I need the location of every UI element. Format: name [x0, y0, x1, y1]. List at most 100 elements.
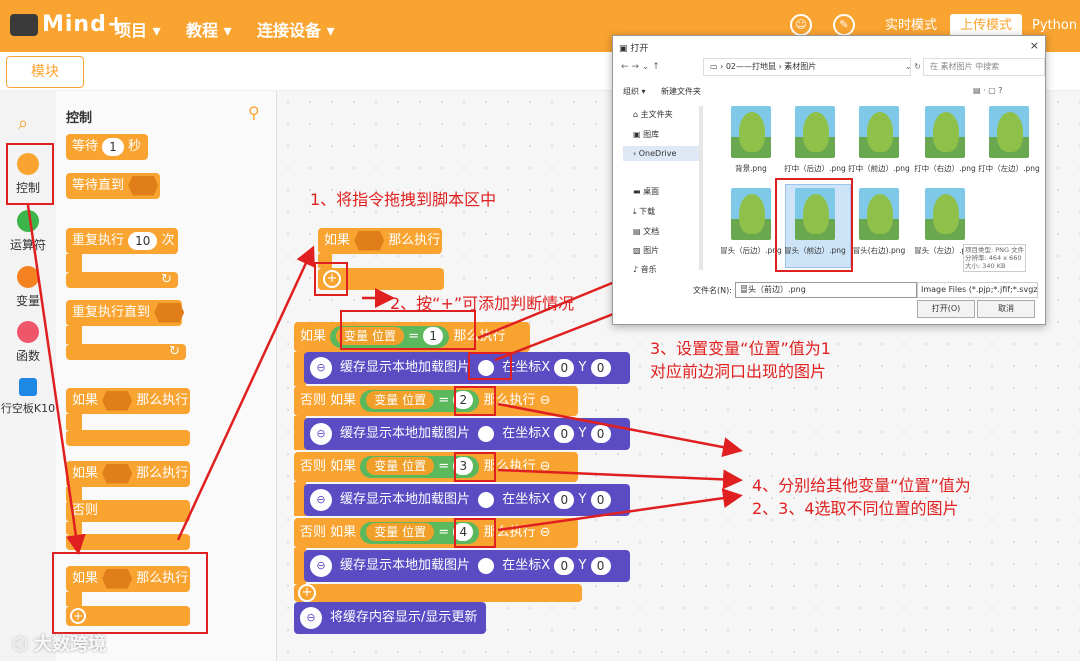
- block-text: Y: [578, 492, 587, 507]
- block-c-foot: ↻: [66, 272, 178, 288]
- category-k10[interactable]: 行空板K10: [0, 378, 56, 416]
- flush-display-block[interactable]: ⊖ 将缓存内容显示/显示更新: [294, 602, 486, 634]
- file-name[interactable]: 打中（右边）.png: [913, 164, 977, 173]
- block-if-else[interactable]: 如果 那么执行: [66, 461, 190, 487]
- condition-slot: [154, 302, 185, 323]
- nav-music[interactable]: ♪ 音乐: [633, 264, 657, 275]
- load-image-block-1[interactable]: ⊖ 缓存显示本地加载图片 在坐标X 0 Y 0: [304, 352, 630, 384]
- x-value[interactable]: 0: [554, 424, 575, 443]
- nav-onedrive[interactable]: › OneDrive: [623, 146, 701, 161]
- file-name[interactable]: 背景.png: [719, 164, 783, 173]
- file-name[interactable]: 打中（后边）.png: [783, 164, 847, 173]
- thumb-bg[interactable]: [731, 106, 771, 158]
- nav-gallery[interactable]: ▣ 图库: [633, 129, 659, 140]
- elseif-row-3[interactable]: 否则 如果 变量 位置 = 3 那么执行 ⊖: [294, 452, 578, 482]
- search-field[interactable]: 在 素材图片 中搜索: [923, 58, 1045, 76]
- block-if-then[interactable]: 如果 那么执行: [66, 388, 190, 414]
- category-functions[interactable]: 函数: [0, 321, 56, 364]
- load-image-block-3[interactable]: ⊖ 缓存显示本地加载图片 在坐标X 0 Y 0: [304, 484, 630, 516]
- wait-value[interactable]: 1: [102, 137, 124, 156]
- load-image-block-2[interactable]: ⊖ 缓存显示本地加载图片 在坐标X 0 Y 0: [304, 418, 630, 450]
- functions-dot-icon: [17, 321, 39, 343]
- x-value[interactable]: 0: [554, 358, 575, 377]
- menu-tutorial[interactable]: 教程 ▾: [186, 17, 232, 41]
- menu-project[interactable]: 项目 ▾: [115, 17, 161, 41]
- category-label: 行空板K10: [0, 402, 56, 415]
- chip-icon: [19, 378, 37, 396]
- thumb-pop-right[interactable]: [859, 188, 899, 240]
- edit-icon[interactable]: ✎: [833, 14, 855, 36]
- block-repeat-times[interactable]: 重复执行 10 次: [66, 228, 178, 254]
- cancel-button[interactable]: 取消: [977, 300, 1035, 318]
- file-name[interactable]: 冒头(右边).png: [847, 246, 911, 255]
- load-image-block-4[interactable]: ⊖ 缓存显示本地加载图片 在坐标X 0 Y 0: [304, 550, 630, 582]
- category-operators[interactable]: 运算符: [0, 210, 56, 253]
- close-icon[interactable]: ×: [1030, 39, 1039, 52]
- nav-home[interactable]: ⌂ 主文件夹: [633, 109, 673, 120]
- block-text: 秒: [127, 139, 141, 154]
- annotation-step3-line2: 对应前边洞口出现的图片: [650, 362, 827, 381]
- repeat-value[interactable]: 10: [128, 231, 158, 250]
- block-text: 那么执行: [388, 233, 441, 248]
- nav-arrows-icon[interactable]: ← → ⌄ ↑: [621, 62, 660, 72]
- dialog-title: ▣ 打开: [619, 44, 649, 54]
- nav-downloads[interactable]: ⤓ 下载: [633, 206, 655, 217]
- thumb-hit-front[interactable]: [859, 106, 899, 158]
- add-case-icon[interactable]: +: [298, 584, 316, 602]
- filename-input[interactable]: 冒头（前边）.png: [735, 282, 917, 298]
- y-value[interactable]: 0: [590, 358, 611, 377]
- highlight-value-4: [454, 518, 496, 548]
- view-icons[interactable]: ▤ · ▢ ?: [973, 86, 1003, 95]
- search-icon[interactable]: ⌕: [18, 113, 28, 134]
- y-value[interactable]: 0: [590, 490, 611, 509]
- new-folder-button[interactable]: 新建文件夹: [661, 86, 701, 97]
- file-name[interactable]: 打中（左边）.png: [977, 164, 1041, 173]
- app-logo[interactable]: Mind+: [10, 12, 126, 37]
- nav-scrollbar[interactable]: [699, 106, 703, 270]
- refresh-icon[interactable]: ⌄ ↻: [905, 62, 921, 71]
- x-value[interactable]: 0: [554, 556, 575, 575]
- face-icon[interactable]: ☺: [790, 14, 812, 36]
- tab-modules[interactable]: 模块: [6, 56, 84, 88]
- y-value[interactable]: 0: [590, 556, 611, 575]
- gear-icon[interactable]: [478, 425, 495, 442]
- thumb-pop-back[interactable]: [731, 188, 771, 240]
- block-wait-until[interactable]: 等待直到: [66, 173, 160, 199]
- thumb-pop-left[interactable]: [925, 188, 965, 240]
- file-name[interactable]: 冒头（后边）.png: [719, 246, 783, 255]
- pin-icon[interactable]: ⚲: [248, 103, 260, 122]
- block-text: 等待: [72, 139, 99, 154]
- block-repeat-until[interactable]: 重复执行直到: [66, 300, 185, 326]
- k10-icon: ⊖: [300, 607, 322, 629]
- address-bar[interactable]: ▭ › 02——打地鼠 › 素材图片: [703, 58, 911, 76]
- highlight-if-block: [52, 552, 208, 634]
- file-name[interactable]: 打中（前边）.png: [847, 164, 911, 173]
- nav-pictures[interactable]: ▨ 图片: [633, 245, 659, 256]
- variable-position[interactable]: 变量 位置: [366, 522, 435, 541]
- organize-button[interactable]: 组织 ▾: [623, 86, 646, 97]
- nav-desktop[interactable]: ▬ 桌面: [633, 186, 659, 197]
- gear-icon[interactable]: [478, 491, 495, 508]
- thumb-hit-left[interactable]: [989, 106, 1029, 158]
- file-type-select[interactable]: Image Files (*.pjp;*.jfif;*.svgz;* ▾: [917, 282, 1038, 298]
- variable-position[interactable]: 变量 位置: [366, 390, 435, 409]
- open-button[interactable]: 打开(O): [917, 300, 975, 318]
- block-else-row: 否则: [66, 500, 190, 522]
- block-wait-seconds[interactable]: 等待 1 秒: [66, 134, 148, 160]
- elseif-row-2[interactable]: 否则 如果 变量 位置 = 2 那么执行 ⊖: [294, 386, 578, 416]
- annotation-step4-line1: 4、分别给其他变量“位置”值为: [752, 476, 971, 495]
- block-c-arm: [66, 326, 82, 344]
- elseif-row-4[interactable]: 否则 如果 变量 位置 = 4 那么执行 ⊖: [294, 518, 578, 548]
- script-if-then[interactable]: 如果 那么执行: [318, 228, 442, 254]
- nav-documents[interactable]: ▤ 文档: [633, 226, 659, 237]
- block-c-foot: [294, 584, 582, 602]
- block-text: 如果: [72, 393, 99, 408]
- x-value[interactable]: 0: [554, 490, 575, 509]
- y-value[interactable]: 0: [590, 424, 611, 443]
- thumb-hit-back[interactable]: [795, 106, 835, 158]
- category-variables[interactable]: 变量: [0, 266, 56, 309]
- menu-connect-device[interactable]: 连接设备 ▾: [257, 17, 335, 41]
- thumb-hit-right[interactable]: [925, 106, 965, 158]
- variable-position[interactable]: 变量 位置: [366, 456, 435, 475]
- gear-icon[interactable]: [478, 557, 495, 574]
